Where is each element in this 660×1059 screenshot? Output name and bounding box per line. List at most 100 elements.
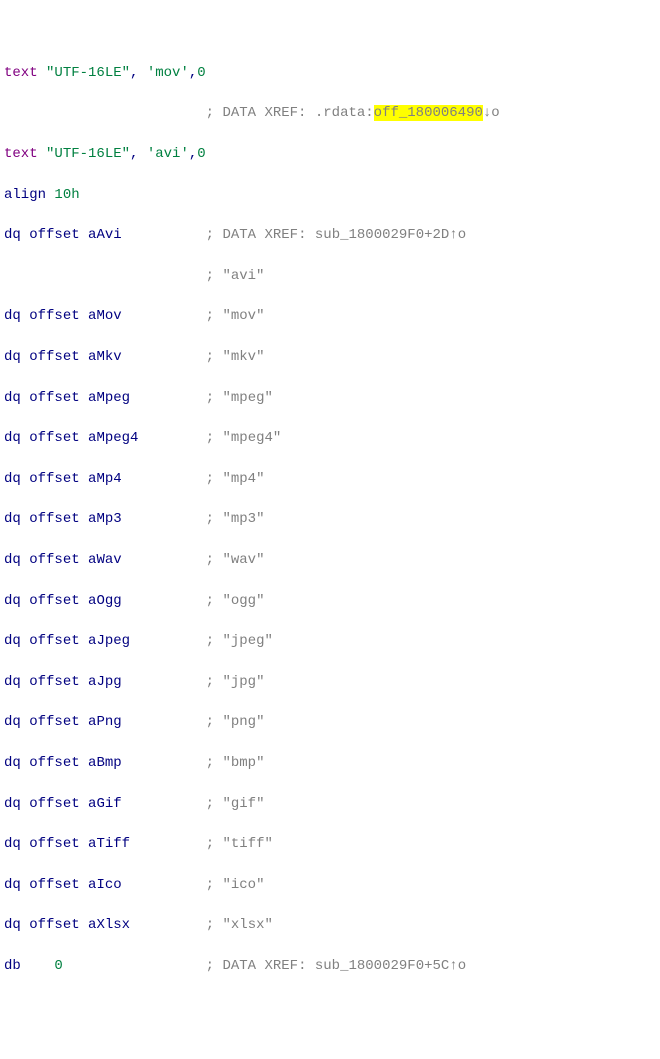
string-ext: 'avi' [147,146,189,162]
comment-string: ; "tiff" [206,836,273,852]
symbol-name[interactable]: aMp3 [88,511,122,527]
disasm-line: db 0 ; DATA XREF: sub_1800029F0+5C↑o [4,956,656,976]
keyword-align: align [4,187,46,203]
keyword-offset: offset [29,308,79,324]
disasm-line: ; "avi" [4,266,656,286]
disasm-line: dq offset aIco ; "ico" [4,875,656,895]
comment-string: ; "avi" [206,268,265,284]
comment-string: ; "bmp" [206,755,265,771]
comment-string: ; "mp3" [206,511,265,527]
keyword-dq: dq [4,593,21,609]
keyword-dq: dq [4,308,21,324]
disasm-line: ; DATA XREF: .rdata:off_180006490↓o [4,103,656,123]
keyword-dq: dq [4,227,21,243]
keyword-dq: dq [4,836,21,852]
comment-string: ; "mkv" [206,349,265,365]
symbol-name[interactable]: aWav [88,552,122,568]
comment-string: ; "ogg" [206,593,265,609]
keyword-text: text [4,65,38,81]
comment-string: ; "png" [206,714,265,730]
symbol-name[interactable]: aMpeg4 [88,430,138,446]
symbol-name[interactable]: aAvi [88,227,122,243]
symbol-name[interactable]: aMp4 [88,471,122,487]
comment-string: ; "ico" [206,877,265,893]
comment-string: ; "xlsx" [206,917,273,933]
symbol-name[interactable]: aIco [88,877,122,893]
keyword-dq: dq [4,714,21,730]
disasm-line: text "UTF-16LE", 'avi',0 [4,144,656,164]
comment-string: ; "mp4" [206,471,265,487]
comment-string: ; "jpeg" [206,633,273,649]
comma: , [130,65,147,81]
xref-section: .rdata: [315,105,374,121]
comment-string: ; "wav" [206,552,265,568]
keyword-offset: offset [29,511,79,527]
keyword-offset: offset [29,796,79,812]
keyword-dq: dq [4,755,21,771]
string-utf: "UTF-16LE" [46,146,130,162]
comma: , [189,146,197,162]
disasm-line: dq offset aJpeg ; "jpeg" [4,631,656,651]
keyword-dq: dq [4,390,21,406]
symbol-name[interactable]: aTiff [88,836,130,852]
comment-string: ; "gif" [206,796,265,812]
keyword-dq: dq [4,349,21,365]
symbol-name[interactable]: aBmp [88,755,122,771]
symbol-name[interactable]: aOgg [88,593,122,609]
comment-string: ; "mov" [206,308,265,324]
disasm-line: dq offset aJpg ; "jpg" [4,672,656,692]
comma: , [189,65,197,81]
symbol-name[interactable]: aMpeg [88,390,130,406]
keyword-dq: dq [4,552,21,568]
keyword-dq: dq [4,877,21,893]
disasm-line: dq offset aAvi ; DATA XREF: sub_1800029F… [4,225,656,245]
comma: , [130,146,147,162]
disasm-line: dq offset aPng ; "png" [4,712,656,732]
disasm-line: dq offset aWav ; "wav" [4,550,656,570]
disasm-line: dq offset aXlsx ; "xlsx" [4,915,656,935]
disasm-line: align 10h [4,185,656,205]
indent [4,268,206,284]
symbol-name[interactable]: aMkv [88,349,122,365]
disasm-line: dq offset aMpeg4 ; "mpeg4" [4,428,656,448]
indent [4,105,206,121]
xref-prefix: ; DATA XREF: [206,105,315,121]
disasm-line: dq offset aTiff ; "tiff" [4,834,656,854]
keyword-dq: dq [4,796,21,812]
keyword-db: db [4,958,21,974]
keyword-dq: dq [4,674,21,690]
comment-xref[interactable]: ; DATA XREF: sub_1800029F0+2D↑o [206,227,466,243]
keyword-dq: dq [4,917,21,933]
symbol-name[interactable]: aMov [88,308,122,324]
number: 0 [197,65,205,81]
symbol-name[interactable]: aPng [88,714,122,730]
keyword-offset: offset [29,674,79,690]
symbol-name[interactable]: aJpeg [88,633,130,649]
keyword-dq: dq [4,430,21,446]
keyword-offset: offset [29,552,79,568]
number: 0 [54,958,62,974]
indent [21,958,55,974]
symbol-name[interactable]: aXlsx [88,917,130,933]
disasm-line: dq offset aMpeg ; "mpeg" [4,388,656,408]
string-utf: "UTF-16LE" [46,65,130,81]
keyword-dq: dq [4,511,21,527]
disasm-line: dq offset aBmp ; "bmp" [4,753,656,773]
symbol-name[interactable]: aGif [88,796,122,812]
symbol-name[interactable]: aJpg [88,674,122,690]
keyword-offset: offset [29,633,79,649]
disasm-line: dq offset aOgg ; "ogg" [4,591,656,611]
comment-xref[interactable]: ; DATA XREF: sub_1800029F0+5C↑o [206,958,466,974]
string-ext: 'mov' [147,65,189,81]
xref-tail: o [491,105,499,121]
disasm-line: text "UTF-16LE", 'mov',0 [4,63,656,83]
comment-string: ; "jpg" [206,674,265,690]
xref-link[interactable]: off_180006490 [374,105,483,121]
keyword-offset: offset [29,471,79,487]
keyword-dq: dq [4,633,21,649]
keyword-text: text [4,146,38,162]
keyword-offset: offset [29,430,79,446]
disasm-line: dq offset aMov ; "mov" [4,306,656,326]
number: 10h [54,187,79,203]
number: 0 [197,146,205,162]
